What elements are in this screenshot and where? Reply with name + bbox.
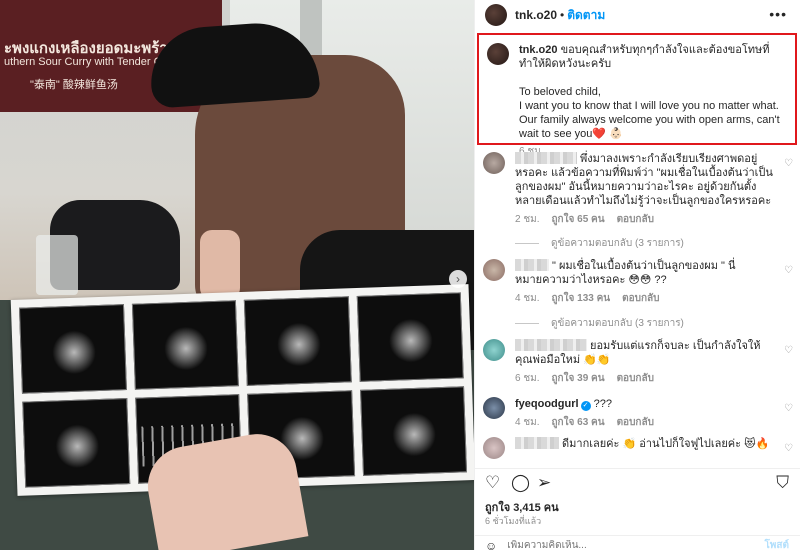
chevron-right-icon[interactable]: ›	[449, 270, 467, 288]
avatar[interactable]	[483, 339, 505, 361]
post-side-panel: tnk.o20 • ติดตาม ••• tnk.o20 ขอบคุณสำหรั…	[474, 0, 800, 550]
comment: fyeqoodgurl ✓ ??? 4 ชม. ถูกใจ 63 คน ตอบกล…	[483, 397, 793, 430]
reply-button[interactable]: ตอบกลับ	[617, 372, 654, 386]
ultrasound-frame	[359, 386, 468, 476]
ultrasound-frame	[18, 304, 127, 394]
comment: ยอมรับแต่แรกก็จบละ เป็นกำลังใจให้คุณพ่อม…	[483, 339, 793, 386]
comment-likes[interactable]: ถูกใจ 39 คน	[552, 372, 605, 386]
blurred-username[interactable]	[515, 437, 559, 449]
comment-likes[interactable]: ถูกใจ 65 คน	[552, 213, 605, 227]
heart-icon[interactable]: ♡	[784, 158, 793, 169]
avatar[interactable]	[483, 259, 505, 281]
avatar[interactable]	[485, 4, 507, 26]
comment-username[interactable]: fyeqoodgurl	[515, 398, 579, 410]
reply-button[interactable]: ตอบกลับ	[617, 213, 654, 227]
heart-icon[interactable]: ♡	[784, 265, 793, 276]
ultrasound-frame	[243, 296, 352, 386]
post-actions: ♡ ◯ ➢ ⛉	[475, 468, 800, 492]
heart-icon[interactable]: ♡	[784, 345, 793, 356]
avatar[interactable]	[487, 43, 509, 65]
comment-text: ???	[593, 398, 612, 410]
separator-dot: •	[560, 8, 565, 22]
reply-button[interactable]: ตอบกลับ	[622, 292, 659, 306]
post-photo[interactable]: ะพงแกงเหลืองยอดมะพร้าวอ่อน uthern Sour C…	[0, 0, 474, 550]
comment-text: ดีมากเลยค่ะ 👏 อ่านไปก็ใจฟูไปเลยค่ะ 😻🔥	[562, 438, 770, 450]
comment-icon[interactable]: ◯	[511, 473, 530, 493]
ultrasound-frame	[131, 300, 239, 390]
heart-icon[interactable]: ♡	[485, 473, 500, 493]
comment-likes[interactable]: ถูกใจ 63 คน	[552, 416, 605, 430]
comment-time: 4 ชม.	[515, 417, 540, 428]
post-header: tnk.o20 • ติดตาม •••	[475, 0, 800, 30]
comment: พึ่งมาลงเพราะกำลังเรียบเรียงศาพดอยู่หรอค…	[483, 152, 793, 227]
post-caption: tnk.o20 ขอบคุณสำหรับทุกๆกำลังใจและต้องขอ…	[477, 33, 797, 157]
add-comment-bar: ☺ โพสต์	[475, 535, 800, 550]
heart-icon[interactable]: ♡	[784, 403, 793, 414]
posted-time: 6 ชั่วโมงที่แล้ว	[485, 516, 542, 526]
blurred-username[interactable]	[515, 339, 587, 351]
author-username[interactable]: tnk.o20	[515, 8, 557, 22]
comment-time: 6 ชม.	[515, 373, 540, 384]
caption-english-line2: I want you to know that I will love you …	[519, 100, 780, 140]
ultrasound-frame	[22, 398, 130, 488]
ultrasound-frame	[356, 292, 464, 382]
view-replies-label: ดูข้อความตอบกลับ (3 รายการ)	[551, 238, 684, 249]
smiley-icon[interactable]: ☺	[485, 539, 497, 550]
post-comment-button[interactable]: โพสต์	[764, 538, 789, 550]
blurred-username[interactable]	[515, 152, 577, 164]
blurred-username[interactable]	[515, 259, 549, 271]
comment-likes[interactable]: ถูกใจ 133 คน	[552, 292, 611, 306]
bookmark-icon[interactable]: ⛉	[776, 473, 789, 493]
view-replies-label: ดูข้อความตอบกลับ (3 รายการ)	[551, 318, 684, 329]
comment-input[interactable]	[507, 540, 738, 550]
avatar[interactable]	[483, 437, 505, 459]
heart-icon[interactable]: ♡	[784, 443, 793, 454]
glass-cup	[36, 235, 78, 295]
verified-badge-icon: ✓	[580, 401, 591, 411]
caption-username[interactable]: tnk.o20	[519, 44, 558, 56]
comment-time: 4 ชม.	[515, 293, 540, 304]
comment: ดีมากเลยค่ะ 👏 อ่านไปก็ใจฟูไปเลยค่ะ 😻🔥 ♡	[483, 437, 793, 459]
more-horizontal-icon[interactable]: •••	[769, 6, 787, 22]
avatar[interactable]	[483, 152, 505, 174]
comment: " ผมเชื่อในเบื้องต้นว่าเป็นลูกของผม " นี…	[483, 259, 793, 306]
view-replies-button[interactable]: ดูข้อความตอบกลับ (3 รายการ)	[515, 316, 785, 331]
share-icon[interactable]: ➢	[537, 473, 551, 493]
view-replies-button[interactable]: ดูข้อความตอบกลับ (3 รายการ)	[515, 236, 785, 251]
follow-button[interactable]: ติดตาม	[567, 6, 605, 25]
comment-time: 2 ชม.	[515, 214, 540, 225]
reply-button[interactable]: ตอบกลับ	[617, 416, 654, 430]
caption-english-line1: To beloved child,	[519, 86, 601, 98]
avatar[interactable]	[483, 397, 505, 419]
peace-sign-hand	[200, 230, 240, 300]
sign-line-chinese: "泰南" 酸辣鲜鱼汤	[30, 79, 118, 91]
